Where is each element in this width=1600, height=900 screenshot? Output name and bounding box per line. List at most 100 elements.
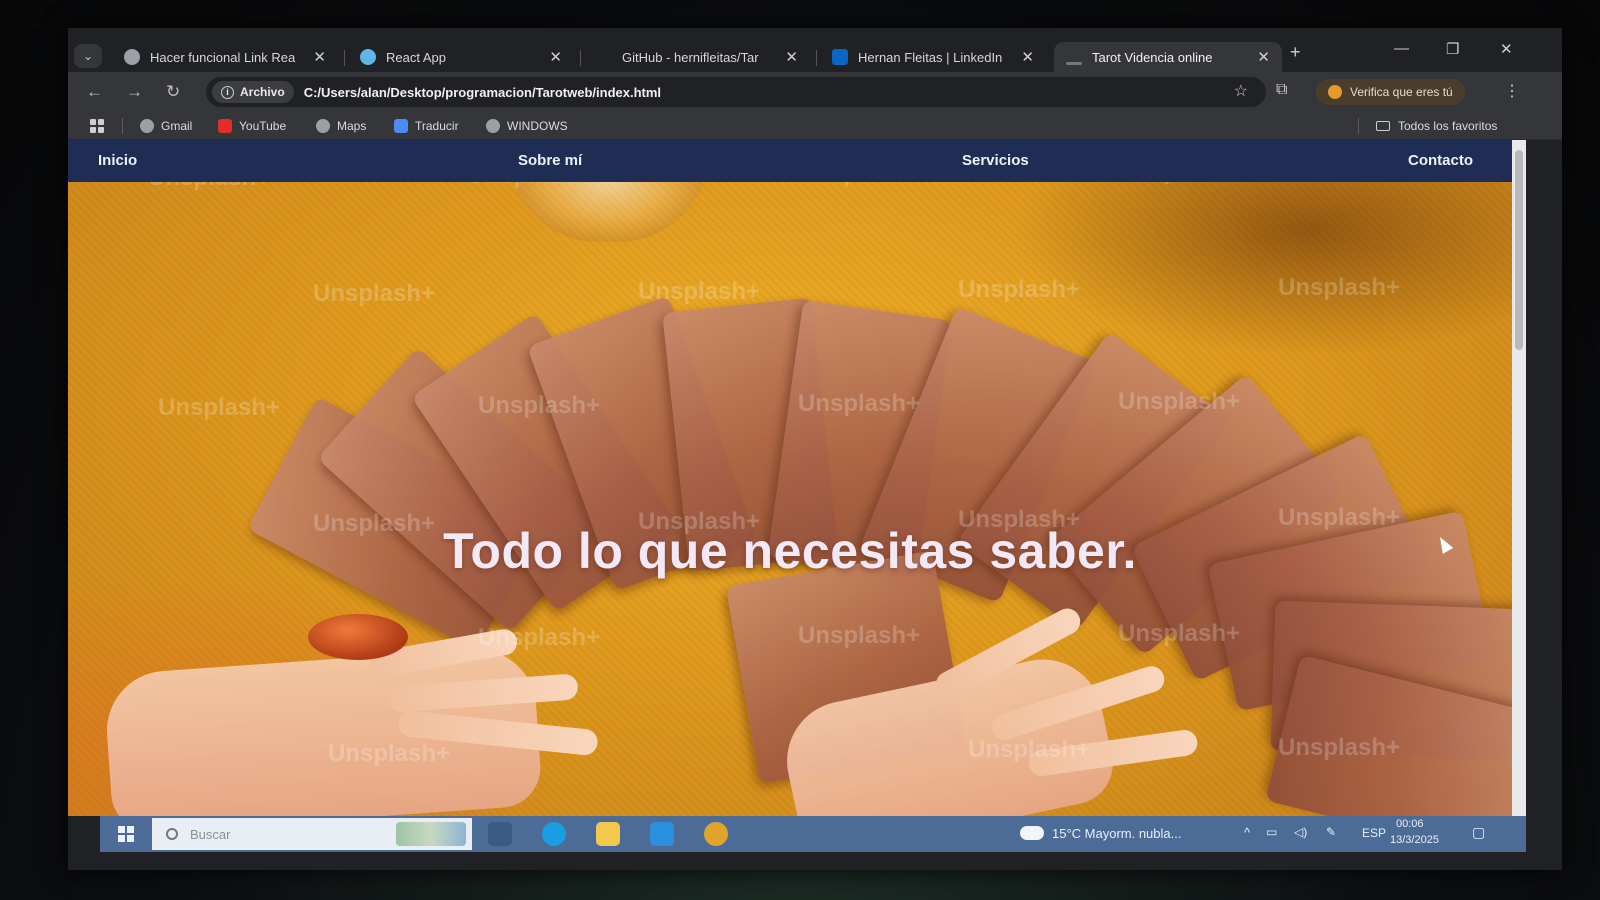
bookmark-divider	[1358, 118, 1359, 134]
watermark: Unsplash+	[328, 740, 451, 767]
translate-icon	[394, 119, 408, 133]
restore-button[interactable]: ❐	[1446, 40, 1459, 58]
notifications-icon[interactable]: ▢	[1472, 824, 1485, 841]
site-info-chip[interactable]: i Archivo	[212, 81, 294, 103]
clock-date[interactable]: 13/3/2025	[1390, 834, 1439, 846]
back-button[interactable]: ←	[86, 82, 103, 102]
close-window-button[interactable]: ✕	[1500, 40, 1513, 58]
extensions-icon[interactable]: ⧉	[1276, 81, 1287, 99]
weather-cloud-icon	[1020, 826, 1044, 840]
folder-icon	[1376, 121, 1390, 131]
close-icon[interactable]: ✕	[785, 48, 798, 66]
page-scrollbar[interactable]	[1512, 140, 1526, 816]
tab-hacer-funcional[interactable]: Hacer funcional Link Rea ✕	[112, 42, 338, 72]
file-explorer-icon[interactable]	[596, 822, 620, 846]
all-bookmarks-folder[interactable]: Todos los favoritos	[1376, 116, 1497, 136]
nav-link-contacto[interactable]: Contacto	[1408, 152, 1473, 169]
tab-title: Hernan Fleitas | LinkedIn	[858, 49, 1003, 65]
hero-title: Todo lo que necesitas saber.	[443, 523, 1137, 579]
language-indicator[interactable]: ESP	[1362, 826, 1386, 840]
ring-image	[308, 614, 408, 660]
watermark: Unsplash+	[638, 278, 761, 305]
watermark: Unsplash+	[958, 276, 1081, 303]
weather-text[interactable]: 15°C Mayorm. nubla...	[1052, 826, 1181, 841]
task-view-icon[interactable]	[488, 822, 512, 846]
tab-github[interactable]: GitHub - hernifleitas/Tar ✕	[584, 42, 810, 72]
finger-image	[366, 627, 520, 679]
bookmark-windows[interactable]: WINDOWS	[486, 116, 568, 136]
tab-title: Tarot Videncia online	[1092, 49, 1213, 65]
tab-title: React App	[386, 49, 446, 65]
watermark: Unsplash+	[478, 392, 601, 419]
volume-icon[interactable]: ◁)	[1294, 825, 1307, 839]
close-icon[interactable]: ✕	[313, 48, 326, 66]
address-bar[interactable]: i Archivo C:/Users/alan/Desktop/programa…	[206, 77, 1266, 107]
new-tab-button[interactable]: +	[1290, 42, 1301, 63]
watermark: Unsplash+	[798, 622, 921, 649]
finger-image	[988, 662, 1168, 744]
all-bookmarks-label: Todos los favoritos	[1398, 119, 1498, 133]
finger-image	[397, 709, 599, 757]
search-highlight-image	[396, 822, 466, 846]
bookmark-label: Maps	[337, 119, 367, 133]
close-icon[interactable]: ✕	[549, 48, 562, 66]
bookmark-gmail[interactable]: Gmail	[140, 116, 192, 136]
tab-linkedin[interactable]: Hernan Fleitas | LinkedIn ✕	[820, 42, 1046, 72]
bookmark-youtube[interactable]: YouTube	[218, 116, 286, 136]
bookmark-label: WINDOWS	[507, 119, 568, 133]
nav-link-inicio[interactable]: Inicio	[98, 152, 137, 169]
bookmark-maps[interactable]: Maps	[316, 116, 366, 136]
linkedin-icon	[832, 49, 848, 65]
globe-icon	[140, 119, 154, 133]
taskbar-search-input[interactable]: Buscar	[152, 818, 472, 850]
github-icon	[596, 49, 612, 65]
finger-image	[931, 603, 1085, 703]
tab-search-button[interactable]: ⌄	[74, 44, 102, 68]
site-info-label: Archivo	[240, 85, 285, 99]
left-hand-image	[102, 645, 544, 816]
reload-button[interactable]: ↻	[166, 82, 180, 102]
network-icon[interactable]: ▭	[1266, 825, 1277, 839]
youtube-icon	[218, 119, 232, 133]
chrome-icon[interactable]	[704, 822, 728, 846]
monitor-bezel: ⌄ Hacer funcional Link Rea ✕ React App ✕…	[0, 0, 1600, 900]
tab-title: Hacer funcional Link Rea	[150, 49, 296, 65]
globe-icon	[316, 119, 330, 133]
windows-start-icon[interactable]	[118, 826, 134, 842]
search-placeholder: Buscar	[190, 826, 231, 842]
watermark: Unsplash+	[1118, 620, 1241, 647]
bookmark-traducir[interactable]: Traducir	[394, 116, 459, 136]
edge-icon[interactable]	[542, 822, 566, 846]
scrollbar-thumb[interactable]	[1515, 150, 1523, 350]
profile-verify-button[interactable]: Verifica que eres tú	[1316, 79, 1465, 105]
pen-icon[interactable]: ✎	[1326, 825, 1336, 839]
forward-button[interactable]: →	[126, 82, 143, 102]
tab-react-app[interactable]: React App ✕	[348, 42, 574, 72]
bookmark-label: Traducir	[415, 119, 459, 133]
nav-link-sobre-mi[interactable]: Sobre mí	[518, 152, 582, 169]
vscode-icon[interactable]	[650, 822, 674, 846]
bookmark-label: YouTube	[239, 119, 287, 133]
chevron-up-icon[interactable]: ^	[1244, 825, 1250, 840]
clock-time[interactable]: 00:06	[1396, 818, 1424, 830]
url-text[interactable]: C:/Users/alan/Desktop/programacion/Tarot…	[304, 85, 661, 100]
windows-taskbar: Buscar 15°C Mayorm. nubla... ^ ▭ ◁) ✎ ES…	[100, 816, 1526, 852]
nav-link-servicios[interactable]: Servicios	[962, 152, 1029, 169]
watermark: Unsplash+	[1278, 274, 1401, 301]
tab-tarot-videncia[interactable]: Tarot Videncia online ✕	[1054, 42, 1282, 72]
watermark: Unsplash+	[158, 394, 281, 421]
profile-verify-label: Verifica que eres tú	[1350, 85, 1453, 99]
site-navbar: Inicio Sobre mí Servicios Contacto	[68, 140, 1512, 182]
close-icon[interactable]: ✕	[1257, 48, 1270, 66]
close-icon[interactable]: ✕	[1021, 48, 1034, 66]
hero-background-image: Unsplash+ Unsplash+ Unsplash+ Unsplash+ …	[68, 140, 1512, 816]
apps-grid-icon[interactable]	[90, 119, 104, 133]
avatar	[1328, 85, 1342, 99]
minimize-button[interactable]: —	[1394, 40, 1409, 57]
more-menu-icon[interactable]: ⋮	[1504, 81, 1520, 101]
bookmark-star-icon[interactable]: ☆	[1234, 81, 1248, 101]
tarot-card	[1265, 654, 1512, 816]
tab-divider	[344, 50, 345, 66]
tab-divider	[580, 50, 581, 66]
finger-image	[387, 673, 579, 713]
